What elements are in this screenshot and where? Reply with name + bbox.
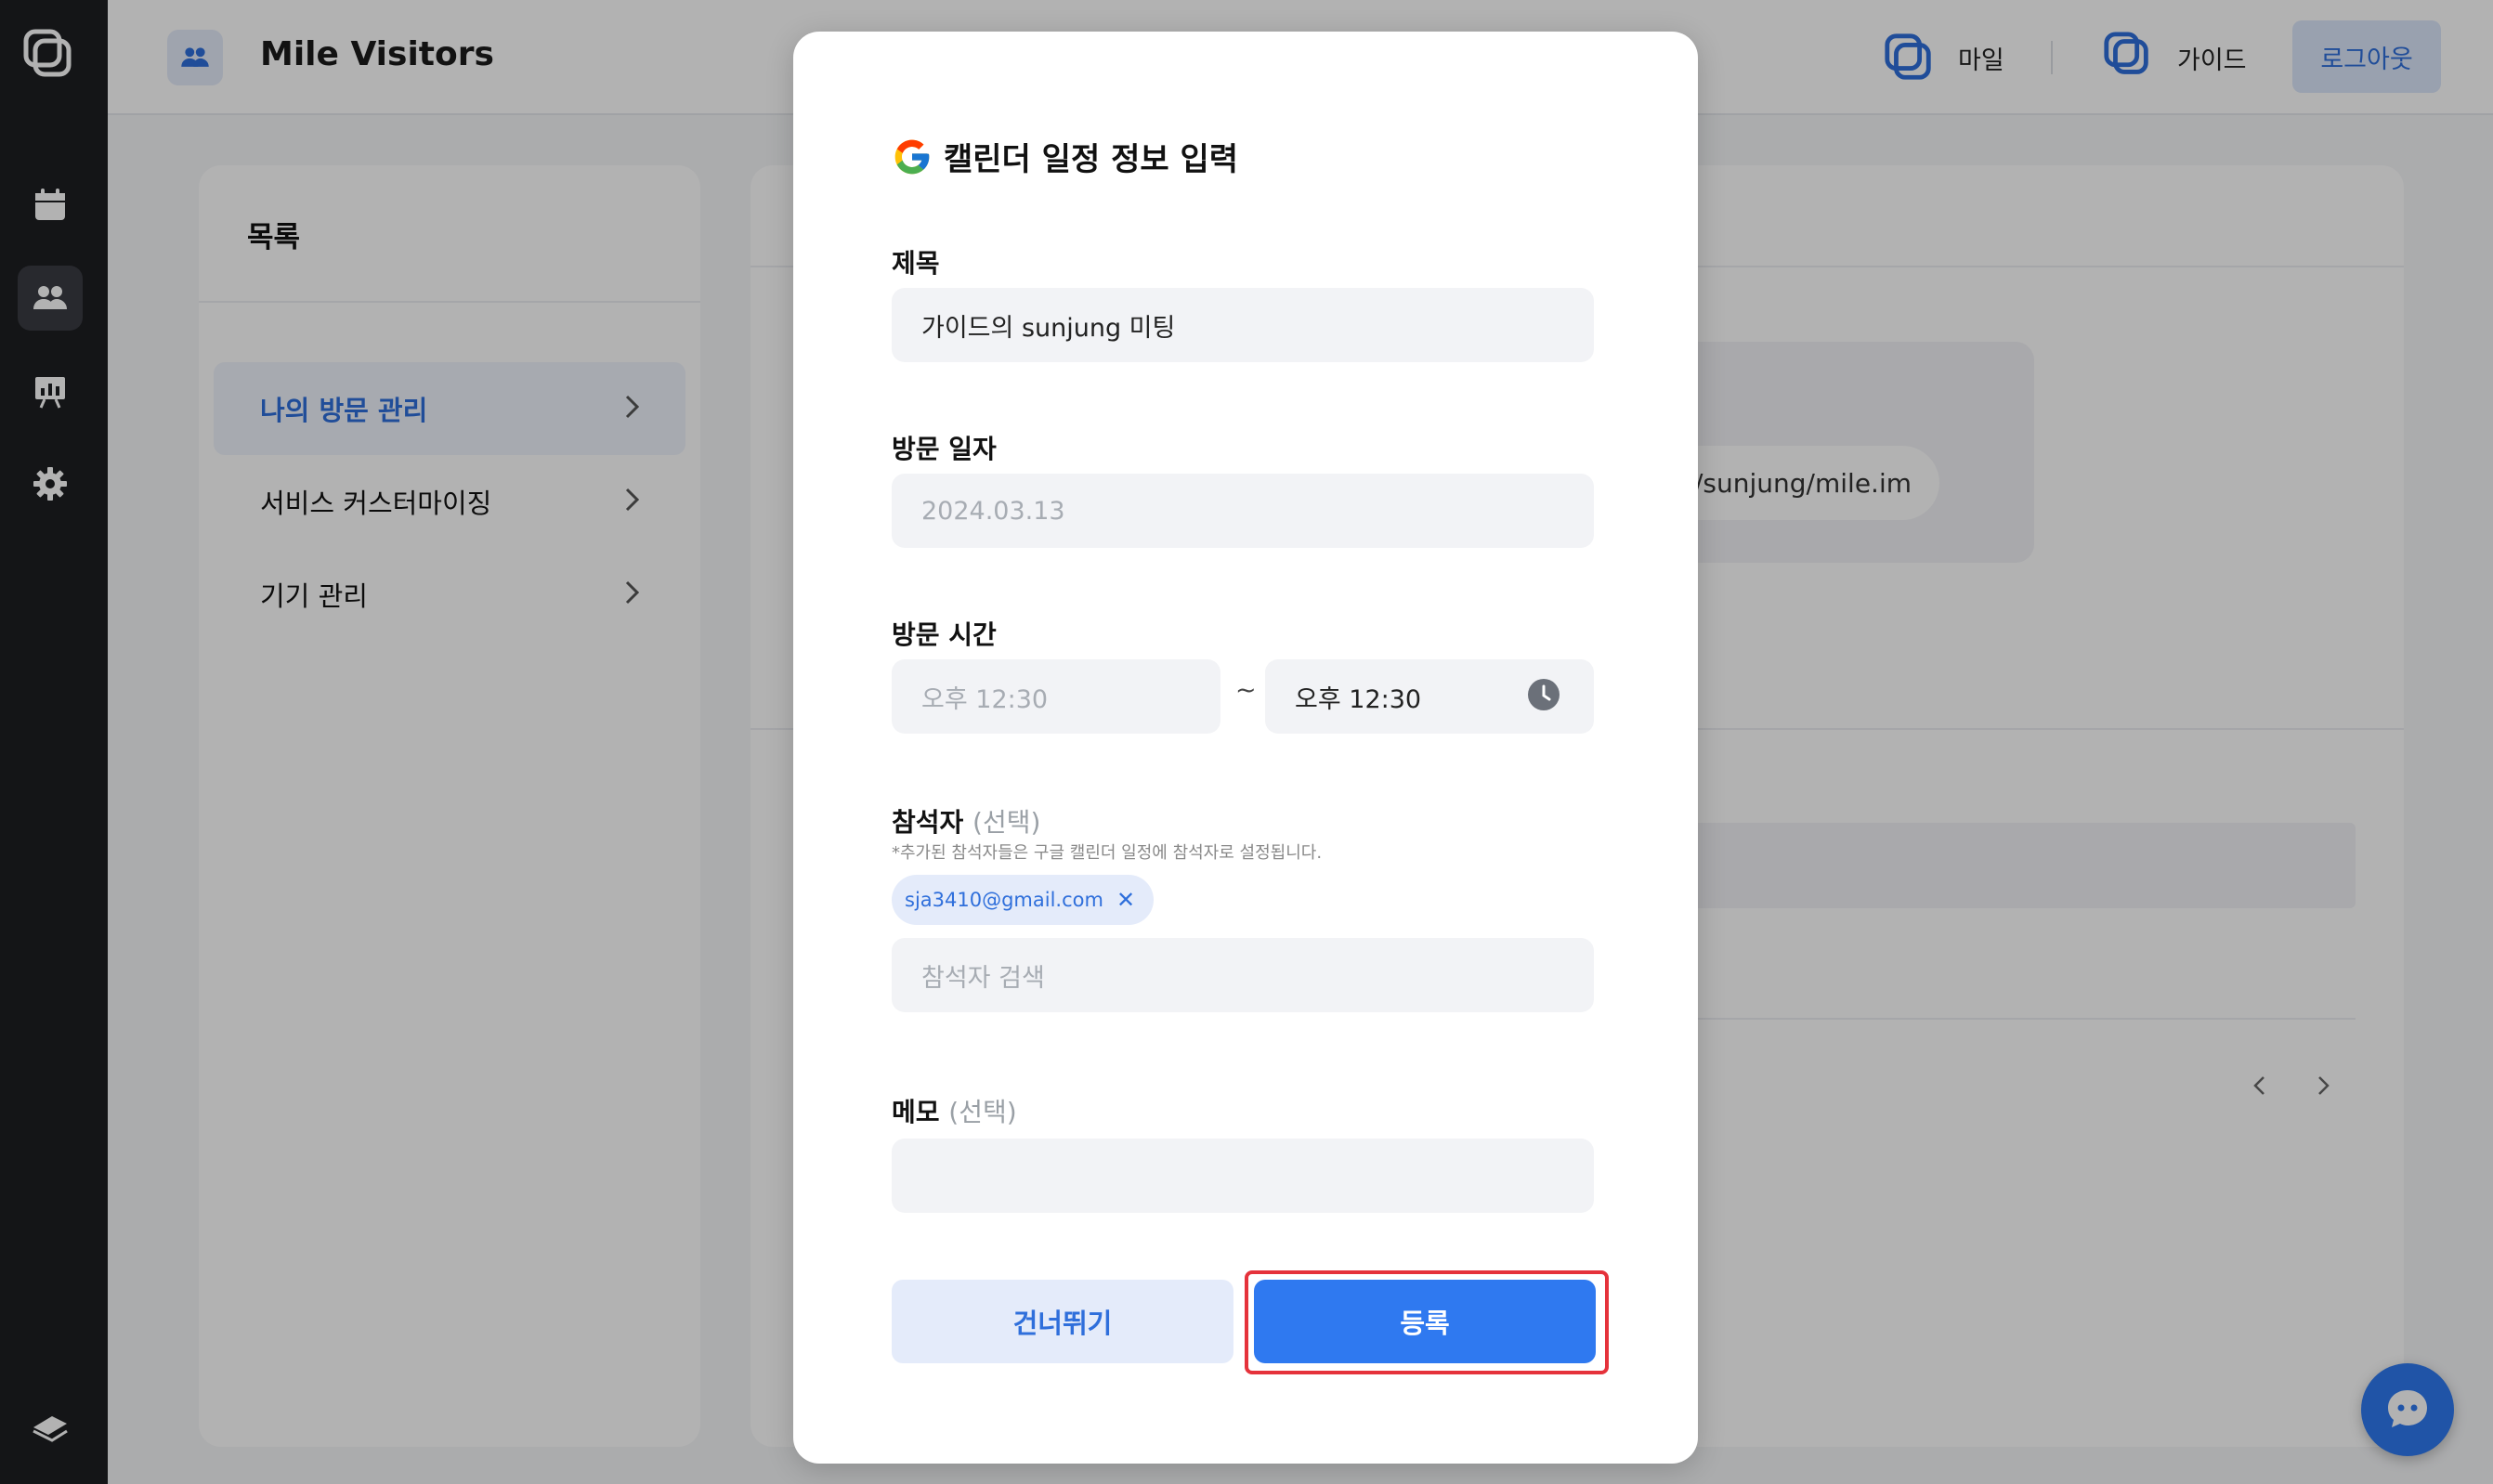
attendee-chip-email: sja3410@gmail.com: [905, 889, 1103, 911]
title-input[interactable]: 가이드의 sunjung 미팅: [892, 288, 1594, 362]
time-label: 방문 시간: [892, 619, 997, 650]
modal-title-text: 캘린더 일정 정보 입력: [944, 141, 1239, 178]
attendees-hint: *추가된 참석자들은 구글 캘린더 일정에 참석자로 설정됩니다.: [892, 843, 1323, 863]
skip-button[interactable]: 건너뛰기: [892, 1280, 1233, 1363]
memo-label: 메모 (선택): [892, 1092, 1017, 1129]
submit-button[interactable]: 등록: [1254, 1280, 1596, 1363]
attendees-label: 참석자 (선택): [892, 802, 1040, 840]
attendees-optional: (선택): [972, 807, 1041, 838]
date-label: 방문 일자: [892, 434, 997, 464]
attendees-label-text: 참석자: [892, 807, 964, 838]
attendee-search-input[interactable]: 참석자 검색: [892, 938, 1594, 1012]
time-separator: ~: [1235, 676, 1257, 705]
title-label: 제목: [892, 248, 940, 279]
attendee-chip: sja3410@gmail.com ✕: [892, 875, 1155, 925]
date-input[interactable]: 2024.03.13: [892, 474, 1594, 548]
memo-input[interactable]: [892, 1139, 1594, 1213]
google-icon: [894, 139, 930, 174]
calendar-info-modal: 캘린더 일정 정보 입력 제목 가이드의 sunjung 미팅 방문 일자 20…: [793, 32, 1698, 1464]
time-start-input[interactable]: 오후 12:30: [892, 659, 1220, 734]
clock-icon[interactable]: [1527, 678, 1560, 711]
modal-title: 캘린더 일정 정보 입력: [892, 134, 1238, 179]
remove-attendee-icon[interactable]: ✕: [1116, 889, 1135, 911]
memo-label-text: 메모: [892, 1097, 940, 1127]
memo-optional: (선택): [948, 1097, 1017, 1127]
